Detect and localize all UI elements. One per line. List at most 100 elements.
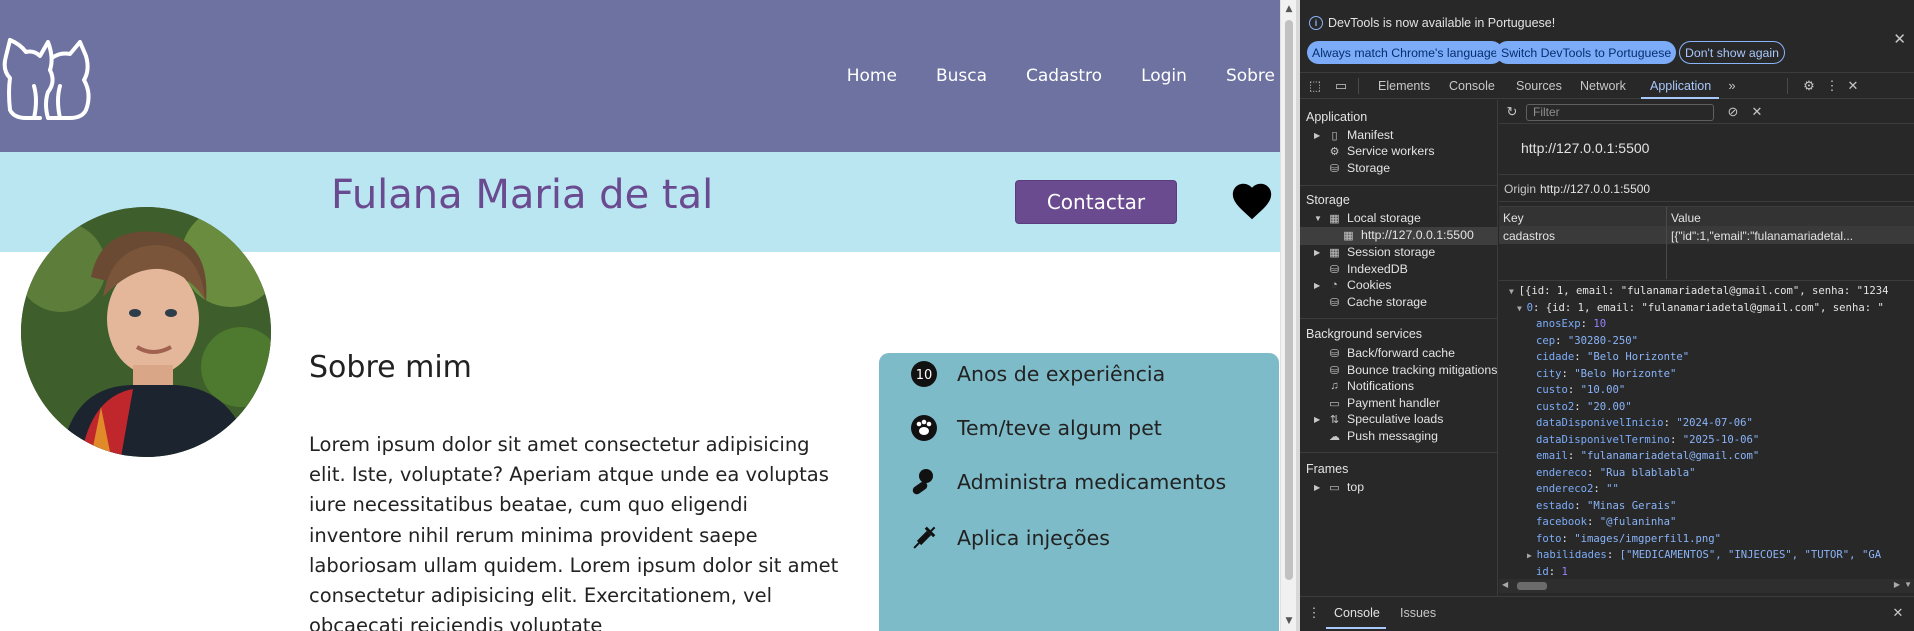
origin-heading: http://127.0.0.1:5500 [1521, 140, 1650, 156]
sidebar-item-notifications[interactable]: ♫ Notifications [1328, 379, 1414, 393]
scroll-down-icon[interactable]: ▼ [1284, 616, 1294, 626]
storage-view: ↻ Filter ⊘ ✕ http://127.0.0.1:5500 Origi… [1499, 100, 1914, 596]
sidebar-item-service-workers[interactable]: ⚙ Service workers [1328, 144, 1435, 158]
json-horizontal-scrollbar[interactable]: ◀ ▶ ▼ [1499, 579, 1914, 593]
json-property-line: cep: "30280-250" [1536, 334, 1639, 347]
expand-arrow-icon[interactable]: ▶ [1314, 483, 1322, 492]
sidebar-item-bfcache[interactable]: ⛁ Back/forward cache [1328, 346, 1455, 360]
number-10-icon: 10 [909, 359, 939, 389]
favorite-heart-icon[interactable] [1229, 178, 1275, 224]
nav-home[interactable]: Home [847, 66, 897, 86]
refresh-icon[interactable]: ↻ [1504, 104, 1520, 120]
contact-button[interactable]: Contactar [1015, 180, 1177, 224]
scrollbar-thumb[interactable] [1285, 20, 1293, 580]
scroll-down-icon[interactable]: ▼ [1904, 580, 1912, 589]
expand-arrow-icon[interactable]: ▶ [1314, 281, 1322, 290]
sidebar-item-local-origin[interactable]: ▦ http://127.0.0.1:5500 [1342, 228, 1474, 242]
cookie-icon: ◔ [1331, 279, 1338, 291]
json-property-line: endereco: "Rua blablabla" [1536, 466, 1696, 479]
cloud-icon: ☁ [1329, 430, 1340, 443]
match-language-button[interactable]: Always match Chrome's language [1307, 41, 1503, 64]
sidebar-item-speculative-loads[interactable]: ▶ ⇅ Speculative loads [1314, 412, 1443, 426]
scroll-left-icon[interactable]: ◀ [1502, 580, 1508, 589]
json-property-line: facebook: "@fulaninha" [1536, 516, 1677, 528]
nav-sobre[interactable]: Sobre [1226, 66, 1275, 86]
tab-network[interactable]: Network [1580, 79, 1626, 93]
infobar-message: DevTools is now available in Portuguese! [1328, 16, 1556, 30]
inspect-element-icon[interactable]: ⬚ [1307, 78, 1323, 94]
database-icon: ⛁ [1329, 364, 1340, 377]
collapse-arrow-icon[interactable]: ▼ [1314, 214, 1322, 223]
sidebar-section-background: Background services [1306, 327, 1423, 341]
scrollbar-thumb[interactable] [1517, 582, 1547, 590]
table-row-key[interactable]: cadastros [1499, 226, 1666, 244]
scroll-up-icon[interactable]: ▲ [1284, 4, 1294, 14]
sidebar-item-storage[interactable]: ⛁ Storage [1328, 161, 1390, 175]
drawer-tab-issues[interactable]: Issues [1400, 606, 1436, 620]
close-icon[interactable]: ✕ [1893, 30, 1906, 48]
syringe-icon [909, 523, 939, 553]
nav-login[interactable]: Login [1141, 66, 1187, 86]
switch-portuguese-button[interactable]: Switch DevTools to Portuguese [1496, 41, 1677, 64]
sidebar-section-frames: Frames [1306, 462, 1349, 476]
delete-selected-icon[interactable]: ✕ [1749, 104, 1765, 120]
expand-arrow-icon[interactable]: ▶ [1314, 248, 1322, 257]
sidebar-item-local-storage[interactable]: ▼ ▦ Local storage [1314, 211, 1421, 225]
json-property-line: dataDisponivelTermino: "2025-10-06" [1536, 433, 1760, 446]
json-property-line: ▶ habilidades: ["MEDICAMENTOS", "INJECOE… [1527, 549, 1882, 561]
nav-cadastro[interactable]: Cadastro [1026, 66, 1102, 86]
about-text: Lorem ipsum dolor sit amet consectetur a… [309, 433, 839, 631]
settings-gear-icon[interactable]: ⚙ [1801, 78, 1817, 94]
sidebar-item-push-messaging[interactable]: ☁ Push messaging [1328, 429, 1438, 443]
tab-console[interactable]: Console [1449, 79, 1495, 93]
skill-label: Anos de experiência [957, 362, 1166, 386]
expand-arrow-icon[interactable]: ▶ [1314, 415, 1322, 424]
scroll-right-icon[interactable]: ▶ [1894, 580, 1900, 589]
sidebar-item-cookies[interactable]: ▶ ◔ Cookies [1314, 278, 1391, 292]
close-devtools-icon[interactable]: ✕ [1845, 78, 1861, 94]
filter-input[interactable]: Filter [1526, 104, 1714, 121]
close-drawer-icon[interactable]: ✕ [1890, 605, 1906, 621]
tab-application[interactable]: Application [1650, 79, 1711, 93]
more-tabs-icon[interactable]: » [1724, 78, 1740, 94]
skill-label: Administra medicamentos [957, 470, 1227, 494]
json-object-line[interactable]: ▼ 0: {id: 1, email: "fulanamariadetal@gm… [1517, 302, 1884, 314]
column-value[interactable]: Value [1667, 207, 1914, 226]
json-object-line[interactable]: ▼ [{id: 1, email: "fulanamariadetal@gmai… [1509, 285, 1889, 297]
column-divider [1666, 207, 1667, 279]
more-options-icon[interactable]: ⋮ [1824, 78, 1840, 94]
info-icon: i [1309, 16, 1323, 30]
table-row-value[interactable]: [{"id":1,"email":"fulanamariadetal... [1667, 226, 1914, 244]
tab-sources[interactable]: Sources [1516, 79, 1562, 93]
gear-icon: ⚙ [1329, 145, 1340, 158]
pets-logo-icon[interactable] [0, 30, 96, 122]
screen: Home Busca Cadastro Login Sobre Fulana M… [0, 0, 1914, 631]
json-property-line: dataDisponivelInicio: "2024-07-06" [1536, 417, 1753, 429]
sidebar-item-indexeddb[interactable]: ⛁ IndexedDB [1328, 262, 1408, 276]
sidebar-item-session-storage[interactable]: ▶ ▦ Session storage [1314, 245, 1435, 259]
json-property-line: email: "fulanamariadetal@gmail.com" [1536, 450, 1760, 462]
nav-busca[interactable]: Busca [936, 66, 987, 86]
expand-arrow-icon[interactable]: ▶ [1314, 131, 1322, 140]
dont-show-again-button[interactable]: Don't show again [1679, 41, 1785, 64]
json-property-line: anosExp: 10 [1536, 318, 1607, 330]
site-header: Home Busca Cadastro Login Sobre [0, 0, 1280, 152]
sidebar-item-top-frame[interactable]: ▶ ▭ top [1314, 480, 1364, 494]
column-key[interactable]: Key [1499, 207, 1666, 226]
svg-text:10: 10 [916, 368, 933, 383]
sidebar-item-cache-storage[interactable]: ⛁ Cache storage [1328, 295, 1427, 309]
devtools-tabbar: ⬚ ▭ Elements Console Sources Network App… [1300, 72, 1914, 99]
json-property-line: custo: "10.00" [1536, 384, 1626, 396]
json-property-line: estado: "Minas Gerais" [1536, 499, 1677, 512]
tab-elements[interactable]: Elements [1378, 79, 1430, 93]
drawer-tab-console[interactable]: Console [1334, 606, 1380, 620]
drawer-menu-icon[interactable]: ⋮ [1306, 605, 1322, 621]
page-scrollbar[interactable]: ▲ ▼ [1280, 0, 1296, 631]
clear-all-icon[interactable]: ⊘ [1725, 104, 1741, 120]
sidebar-item-bounce-tracking[interactable]: ⛁ Bounce tracking mitigations [1328, 363, 1497, 377]
device-toolbar-icon[interactable]: ▭ [1333, 78, 1349, 94]
sidebar-item-payment-handler[interactable]: ▭ Payment handler [1328, 396, 1440, 410]
sidebar-item-manifest[interactable]: ▶ ▯ Manifest [1314, 128, 1393, 142]
database-icon: ⛁ [1329, 296, 1340, 309]
skill-label: Aplica injeções [957, 526, 1110, 550]
